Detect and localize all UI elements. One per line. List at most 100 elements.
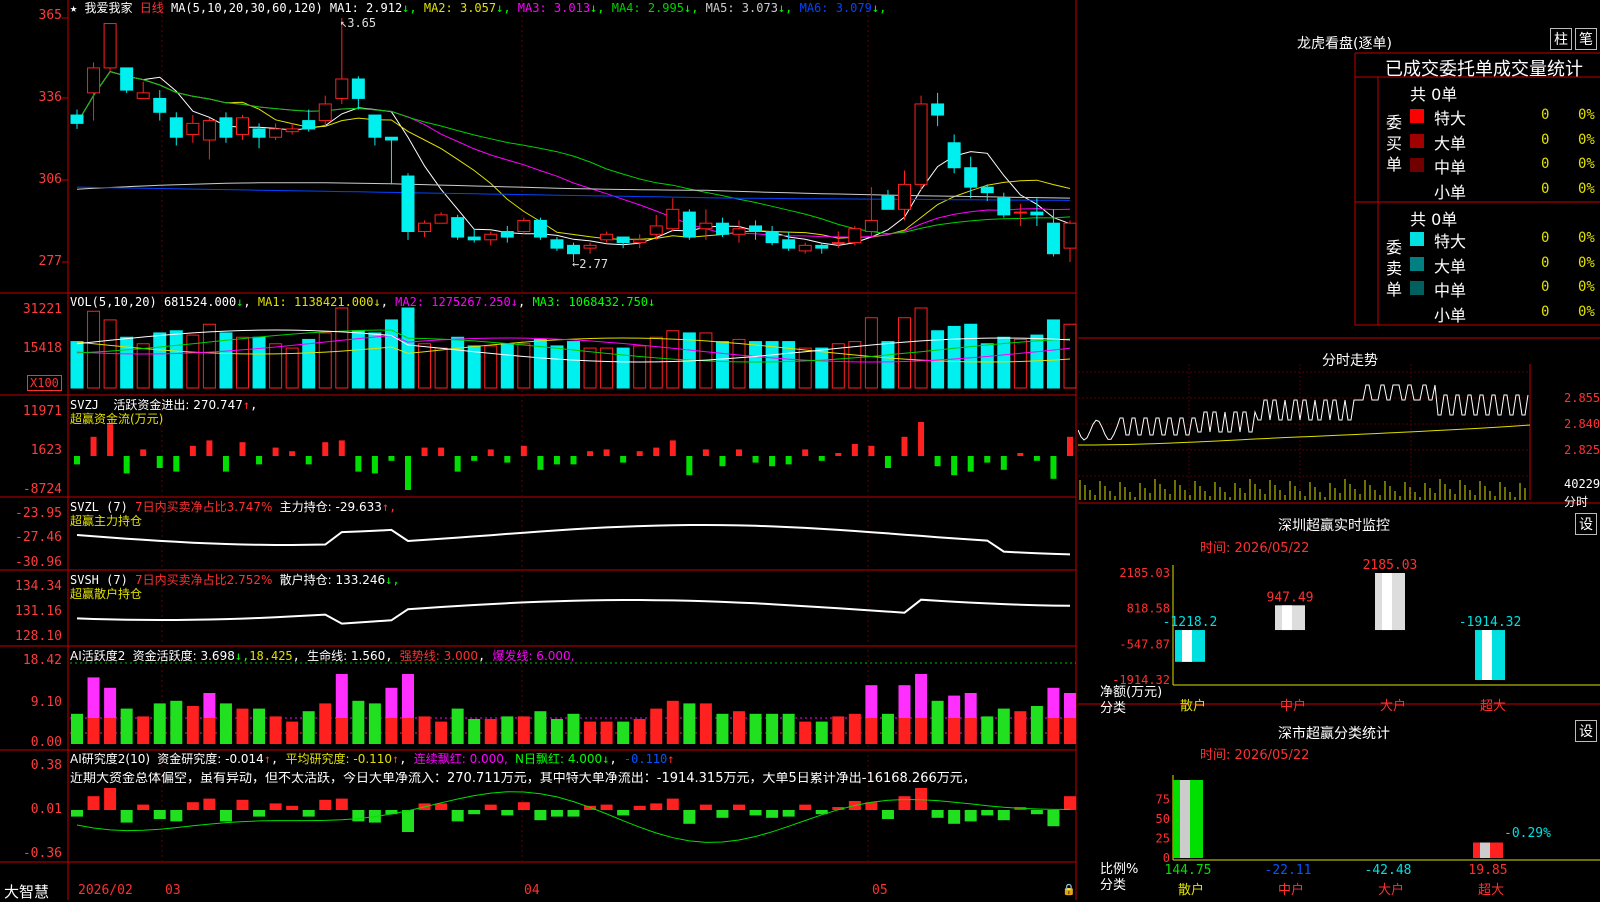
classify-bar-hl-0 bbox=[1180, 780, 1190, 858]
lock-icon[interactable]: 🔒 bbox=[1062, 883, 1076, 896]
sell-pct-2: 0% bbox=[1578, 279, 1595, 295]
fenshi-vol-unit: 分时 bbox=[1564, 495, 1589, 509]
bar-view-button[interactable]: 柱 bbox=[1550, 28, 1572, 50]
ai2-bar bbox=[137, 804, 150, 810]
classify-settings-button[interactable]: 设 bbox=[1575, 720, 1597, 742]
ai2-bar bbox=[104, 788, 117, 810]
candle-body bbox=[186, 122, 200, 135]
ai-activity-bar bbox=[650, 708, 663, 744]
tick-view-button[interactable]: 笔 bbox=[1575, 28, 1597, 50]
classify-time: 时间: 2026/05/22 bbox=[1200, 748, 1310, 763]
volume-bar bbox=[302, 338, 316, 389]
monitor-y-tick-2: -547.87 bbox=[1119, 637, 1170, 651]
ai2-bar bbox=[186, 802, 199, 810]
volume-bar bbox=[236, 336, 249, 389]
ai2-bar bbox=[766, 810, 779, 818]
candle-body bbox=[1030, 211, 1044, 216]
candle-body bbox=[368, 114, 382, 138]
fenshi-price-line bbox=[1078, 384, 1529, 441]
volume-bar bbox=[864, 317, 878, 389]
ai-activity-bar-base bbox=[865, 718, 878, 744]
candle-body bbox=[202, 120, 216, 141]
monitor-category-1: 中户 bbox=[1280, 698, 1306, 714]
svzj-bar bbox=[719, 456, 726, 467]
candle-body bbox=[749, 225, 763, 232]
ai-activity-bar-base bbox=[87, 718, 100, 744]
candle-body bbox=[285, 128, 299, 133]
sell-pct-0: 0% bbox=[1578, 230, 1595, 246]
svzj-bar bbox=[140, 449, 147, 456]
ai2-bar bbox=[286, 805, 299, 810]
ai2-bar bbox=[981, 810, 994, 816]
ai2-bar bbox=[699, 804, 712, 810]
sell-color-0 bbox=[1410, 232, 1424, 246]
ai-activity-bar bbox=[848, 713, 861, 744]
classify-annotation: -0.29% bbox=[1504, 826, 1551, 841]
classify-category-1: 中户 bbox=[1278, 882, 1304, 898]
candle-body bbox=[914, 103, 928, 185]
ai-activity-bar-base bbox=[948, 718, 961, 744]
ai2-bar bbox=[733, 804, 745, 810]
classify-y-tick-2: 25 bbox=[1156, 832, 1170, 846]
svzj-bar bbox=[388, 456, 395, 461]
volume-bar bbox=[964, 323, 978, 389]
candle-body bbox=[500, 231, 514, 238]
ai-activity-bar bbox=[236, 708, 249, 744]
volume-bar bbox=[87, 310, 101, 389]
y-label-svzl-0: -23.95 bbox=[15, 506, 62, 521]
fenshi-y-0: 2.855 bbox=[1564, 391, 1600, 405]
ai2-bar bbox=[203, 798, 216, 810]
monitor-y-tick-1: 818.58 bbox=[1127, 602, 1170, 616]
volume-bar bbox=[980, 343, 994, 389]
ai-activity-bar-base bbox=[915, 718, 928, 744]
ai2-bar bbox=[881, 810, 894, 819]
period-label[interactable]: 日线 bbox=[140, 1, 164, 15]
svzj-bar bbox=[802, 449, 809, 456]
ai-activity-bar-base bbox=[898, 718, 911, 744]
y-label-svzl-1: -27.46 bbox=[15, 530, 62, 545]
ai-activity-bar bbox=[633, 719, 646, 744]
svzj-bar bbox=[421, 447, 428, 456]
svzj-bar bbox=[239, 442, 246, 456]
main-header: ★ 我爱我家 日线 MA(5,10,20,30,60,120) MA1: 2.9… bbox=[70, 1, 886, 15]
sell-pct-3: 0% bbox=[1578, 303, 1595, 320]
volume-bar bbox=[401, 307, 415, 389]
svsh-header: SVSH (7) 7日内买卖净占比2.752% 散户持仓: 133.246↓, bbox=[70, 573, 400, 587]
y-label-main-1: 336 bbox=[38, 90, 62, 105]
ai2-bar bbox=[435, 803, 448, 810]
monitor-settings-button[interactable]: 设 bbox=[1575, 513, 1597, 535]
volume-bar bbox=[70, 341, 84, 389]
svzj-bar bbox=[736, 449, 742, 456]
svzj-bar bbox=[272, 447, 279, 456]
candle-body bbox=[633, 239, 647, 244]
svzj-bar bbox=[702, 449, 709, 456]
candle-body bbox=[765, 231, 779, 244]
vol-unit-button[interactable]: X100 bbox=[27, 375, 62, 391]
candle-body bbox=[484, 233, 498, 241]
monitor-xname: 分类 bbox=[1100, 701, 1127, 716]
classify-y-tick-0: 75 bbox=[1156, 793, 1170, 807]
monitor-value-label-2: 2185.03 bbox=[1363, 558, 1418, 573]
monitor-bar-hl-3 bbox=[1482, 630, 1492, 680]
candle-body bbox=[715, 222, 729, 235]
vol-header: VOL(5,10,20) 681524.000↓, MA1: 1138421.0… bbox=[70, 295, 656, 309]
y-label-main-2: 306 bbox=[38, 172, 62, 187]
ai-activity-bar bbox=[832, 716, 845, 744]
ai-activity-bar bbox=[666, 700, 679, 744]
ma-value-2: MA2: 3.057↓, bbox=[423, 1, 511, 15]
monitor-value-label-3: -1914.32 bbox=[1459, 615, 1522, 630]
y-label-ai-1: 9.10 bbox=[30, 695, 62, 710]
svzj-bar bbox=[206, 440, 213, 456]
ai2-bar bbox=[617, 810, 630, 816]
ai2-bar bbox=[170, 810, 183, 822]
classify-value-label-1: -22.11 bbox=[1265, 863, 1312, 878]
svzj-bar bbox=[305, 456, 312, 465]
classify-value-label-3: 19.85 bbox=[1468, 863, 1507, 878]
favorite-star-icon[interactable]: ★ bbox=[70, 1, 77, 15]
svzj-bar bbox=[901, 436, 908, 456]
ai-activity-bar bbox=[468, 719, 481, 744]
candle-body bbox=[881, 194, 895, 210]
classify-y-tick-1: 50 bbox=[1156, 812, 1170, 826]
volume-bar bbox=[815, 347, 829, 389]
volume-bar bbox=[120, 336, 134, 389]
